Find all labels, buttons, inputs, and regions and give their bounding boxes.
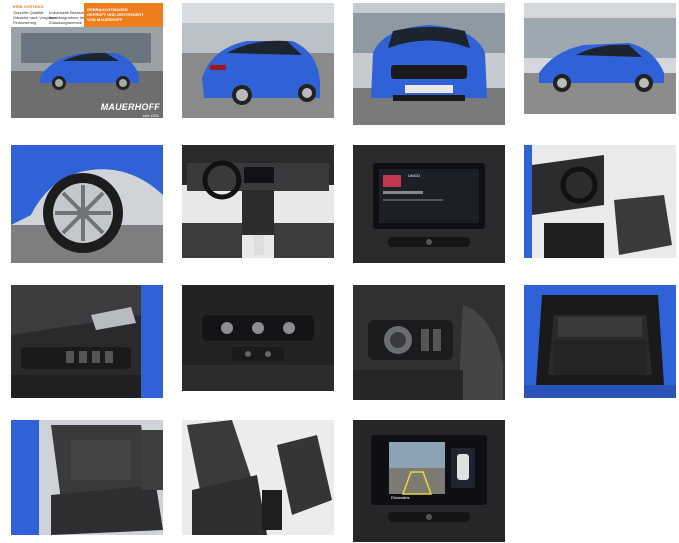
banner-middle-line: Zulassungsservice — [49, 20, 83, 25]
exterior-side-photo — [524, 3, 676, 114]
photo-thumbnail-12[interactable] — [524, 285, 676, 398]
light-switch-photo — [353, 285, 505, 400]
banner-heading: IHRE VORTEILE — [13, 4, 44, 9]
exterior-rear-photo — [182, 3, 334, 118]
photo-thumbnail-13[interactable] — [11, 420, 163, 535]
photo-thumbnail-14[interactable] — [182, 420, 334, 535]
photo-thumbnail-5[interactable] — [11, 145, 163, 263]
photo-thumbnail-15[interactable]: Rückwärts — [353, 420, 505, 542]
door-panel-photo — [11, 285, 163, 398]
cockpit-photo — [182, 145, 334, 258]
dealer-logo: MAUERHOFF — [100, 102, 160, 112]
photo-thumbnail-11[interactable] — [353, 285, 505, 400]
infotainment-screen-photo — [353, 145, 505, 263]
wheel-photo — [11, 145, 163, 263]
camera-label: Rückwärts — [391, 495, 410, 500]
infotainment-brand: UNGO — [408, 173, 420, 178]
photo-thumbnail-3[interactable] — [353, 3, 505, 125]
photo-thumbnail-9[interactable] — [11, 285, 163, 398]
trunk-photo — [524, 285, 676, 398]
rear-camera-screen-photo — [353, 420, 505, 542]
driver-seat-photo — [524, 145, 676, 258]
dealer-logo-sub: seit 1931 — [142, 113, 159, 118]
climate-controls-photo — [182, 285, 334, 391]
exterior-front-view-photo — [353, 3, 505, 125]
rear-seats-photo — [11, 420, 163, 535]
photo-thumbnail-2[interactable] — [182, 3, 334, 118]
photo-thumbnail-1[interactable]: IHRE VORTEILE Geprüfte Qualität Garantie… — [11, 3, 163, 118]
photo-thumbnail-4[interactable] — [524, 3, 676, 114]
photo-thumbnail-10[interactable] — [182, 285, 334, 391]
photo-thumbnail-7[interactable]: UNGO — [353, 145, 505, 263]
banner-right-line: VON MAUERHOFF — [86, 17, 123, 22]
advantages-banner: IHRE VORTEILE Geprüfte Qualität Garantie… — [11, 3, 163, 27]
banner-orange-panel: GEBRAUCHTWAGEN GEPRÜFT UND ZERTIFIZIERT … — [83, 3, 163, 27]
photo-thumbnail-8[interactable] — [524, 145, 676, 258]
banner-left-line: Finanzierung — [13, 20, 37, 25]
front-seats-photo — [182, 420, 334, 535]
photo-thumbnail-6[interactable] — [182, 145, 334, 258]
